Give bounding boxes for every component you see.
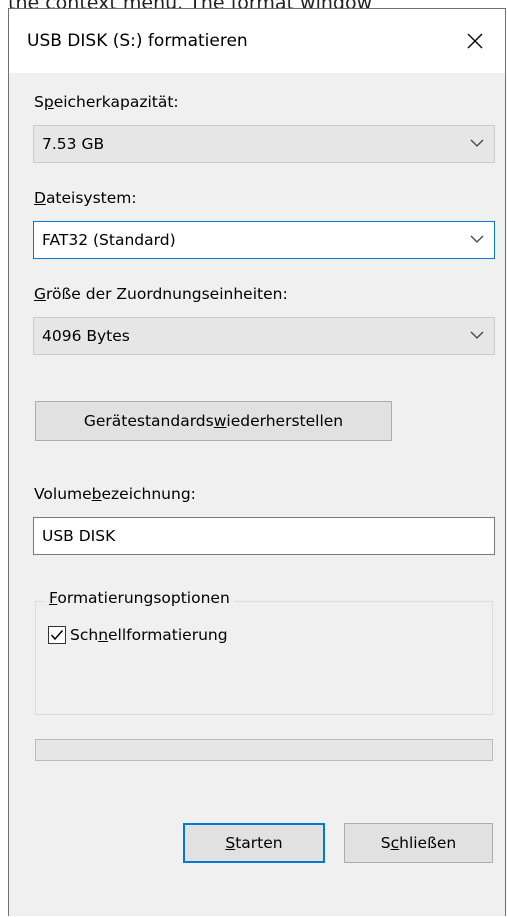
chevron-down-icon bbox=[470, 139, 484, 147]
close-window-button[interactable] bbox=[445, 9, 505, 73]
close-icon bbox=[467, 33, 483, 49]
checkmark-icon bbox=[50, 630, 64, 641]
start-button[interactable]: Starten bbox=[183, 823, 325, 863]
chevron-down-icon bbox=[470, 235, 484, 243]
filesystem-label: Dateisystem: bbox=[34, 189, 137, 207]
titlebar: USB DISK (S:) formatieren bbox=[9, 9, 505, 73]
format-dialog: USB DISK (S:) formatieren Speicherkapazi… bbox=[8, 8, 506, 916]
volume-label: Volumebezeichnung: bbox=[34, 485, 196, 503]
volume-label-field[interactable] bbox=[33, 517, 495, 555]
allocation-label: Größe der Zuordnungseinheiten: bbox=[34, 285, 288, 303]
chevron-down-icon bbox=[470, 331, 484, 339]
quick-format-option[interactable]: Schnellformatierung bbox=[48, 626, 228, 644]
filesystem-value: FAT32 (Standard) bbox=[42, 231, 176, 249]
quick-format-label: Schnellformatierung bbox=[70, 626, 228, 644]
quick-format-checkbox[interactable] bbox=[48, 626, 66, 644]
format-options-legend: Formatierungsoptionen bbox=[45, 589, 234, 607]
capacity-select[interactable]: 7.53 GB bbox=[33, 125, 495, 163]
filesystem-select[interactable]: FAT32 (Standard) bbox=[33, 221, 495, 259]
allocation-select[interactable]: 4096 Bytes bbox=[33, 317, 495, 355]
volume-label-input[interactable] bbox=[34, 518, 494, 554]
close-button[interactable]: Sc hließen bbox=[344, 823, 493, 863]
format-progress-bar bbox=[35, 739, 493, 761]
restore-defaults-button[interactable]: Gerätestandards w iederherstellen bbox=[35, 401, 392, 441]
capacity-value: 7.53 GB bbox=[42, 135, 105, 153]
format-options-group bbox=[35, 601, 493, 715]
allocation-value: 4096 Bytes bbox=[42, 327, 130, 345]
window-title: USB DISK (S:) formatieren bbox=[27, 31, 248, 51]
capacity-label: Speicherkapazität: bbox=[34, 93, 179, 111]
